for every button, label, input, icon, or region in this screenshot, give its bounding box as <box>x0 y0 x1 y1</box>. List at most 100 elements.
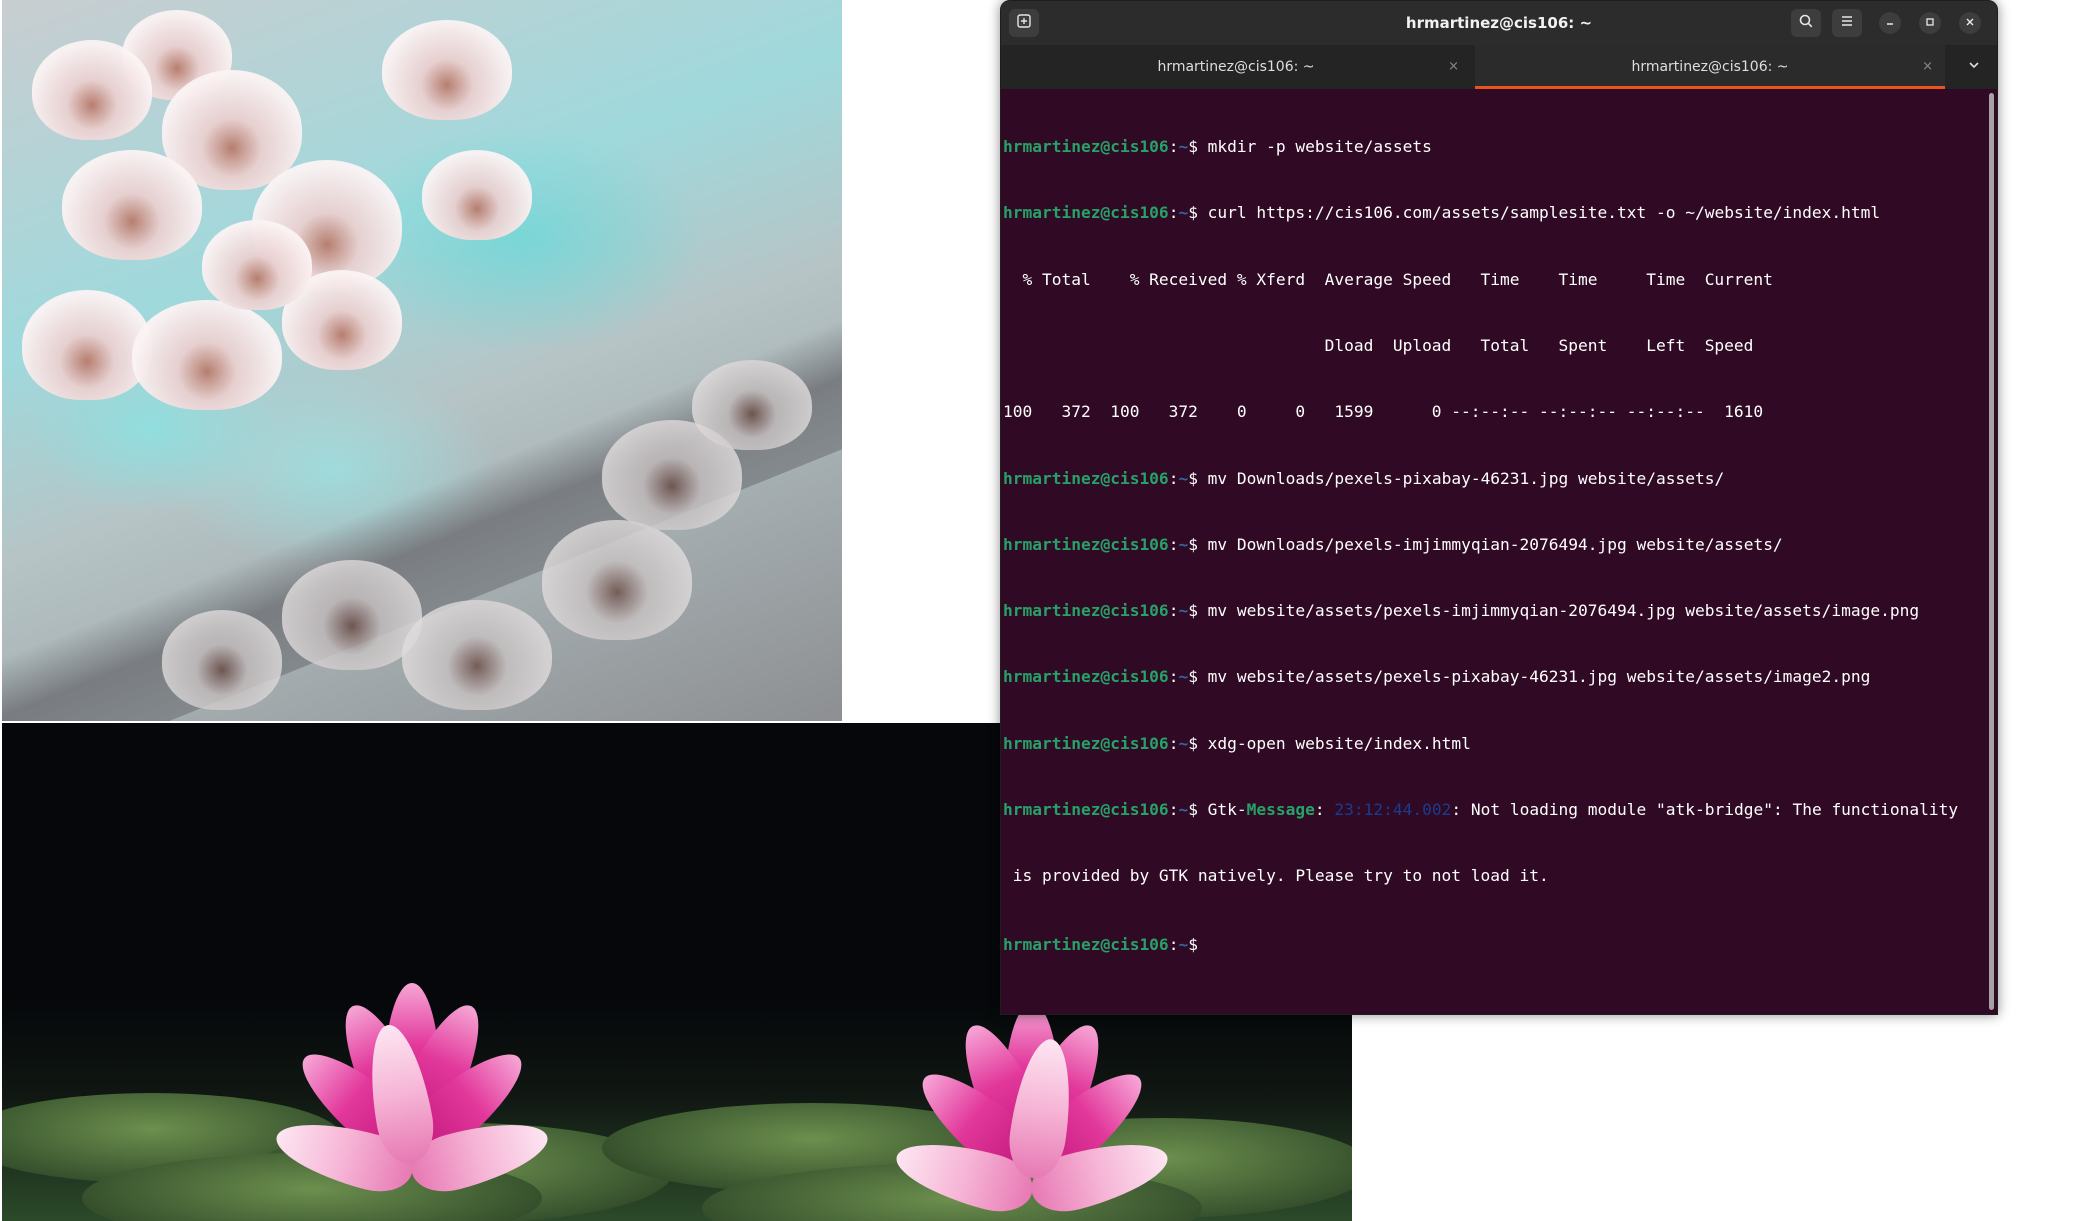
terminal-scrollbar[interactable] <box>1989 93 1994 1010</box>
command-text: mv website/assets/pexels-pixabay-46231.j… <box>1197 667 1871 687</box>
gtk-prefix: Gtk- <box>1197 800 1247 819</box>
prompt-symbol: $ <box>1188 601 1198 621</box>
prompt-separator: : <box>1168 601 1179 621</box>
prompt-user: hrmartinez@cis106 <box>1003 468 1169 488</box>
terminal-line: hrmartinez@cis106:~$ mv Downloads/pexels… <box>1003 468 1983 490</box>
blossom <box>62 150 202 260</box>
gtk-keyword: Message <box>1246 800 1315 819</box>
gtk-message-text: : Not loading module "atk-bridge": The f… <box>1451 800 1959 819</box>
prompt-path: ~ <box>1178 468 1189 488</box>
prompt-symbol: $ <box>1188 203 1198 223</box>
tab-label: hrmartinez@cis106: ~ <box>1631 59 1789 75</box>
close-button[interactable] <box>1959 12 1981 34</box>
prompt-path: ~ <box>1178 667 1189 687</box>
minimize-button[interactable] <box>1879 12 1901 34</box>
terminal-line: hrmartinez@cis106:~$ mv website/assets/p… <box>1003 600 1983 622</box>
tab-bar: hrmartinez@cis106: ~ × hrmartinez@cis106… <box>1001 45 1997 89</box>
prompt-user: hrmartinez@cis106 <box>1003 934 1169 954</box>
terminal-line-current: hrmartinez@cis106:~$ <box>1003 932 1983 954</box>
tab-label: hrmartinez@cis106: ~ <box>1157 59 1315 75</box>
blurred-blossom <box>542 520 692 640</box>
search-button[interactable] <box>1791 9 1821 37</box>
gtk-message-line: hrmartinez@cis106:~$ Gtk-Message: 23:12:… <box>1003 799 1983 821</box>
prompt-separator: : <box>1168 468 1179 488</box>
prompt-separator: : <box>1168 733 1179 753</box>
prompt-separator: : <box>1168 137 1179 157</box>
terminal-line: hrmartinez@cis106:~$ mkdir -p website/as… <box>1003 136 1983 158</box>
prompt-separator: : <box>1168 534 1179 554</box>
lotus-flower-left <box>262 963 562 1201</box>
prompt-user: hrmartinez@cis106 <box>1003 800 1169 819</box>
command-text: curl https://cis106.com/assets/samplesit… <box>1197 203 1881 223</box>
prompt-path: ~ <box>1178 203 1189 223</box>
curl-progress: 100 372 100 372 0 0 1599 0 --:--:-- --:-… <box>1003 402 1764 422</box>
blurred-blossom <box>402 600 552 710</box>
prompt-symbol: $ <box>1188 733 1198 753</box>
terminal-window[interactable]: hrmartinez@cis106: ~ hrmartinez@cis106: … <box>1000 0 1998 1015</box>
new-tab-icon <box>1016 13 1032 33</box>
hamburger-menu-icon <box>1839 13 1855 33</box>
terminal-line: hrmartinez@cis106:~$ mv website/assets/p… <box>1003 666 1983 688</box>
curl-header-1: % Total % Received % Xferd Average Speed… <box>1003 269 1773 289</box>
blossom <box>382 20 512 120</box>
terminal-line: hrmartinez@cis106:~$ mv Downloads/pexels… <box>1003 534 1983 556</box>
prompt-user: hrmartinez@cis106 <box>1003 203 1169 223</box>
blossom <box>132 300 282 410</box>
terminal-line: hrmartinez@cis106:~$ curl https://cis106… <box>1003 202 1983 224</box>
tab-2[interactable]: hrmartinez@cis106: ~ × <box>1475 45 1945 89</box>
prompt-separator: : <box>1168 203 1179 223</box>
menu-button[interactable] <box>1832 9 1862 37</box>
prompt-user: hrmartinez@cis106 <box>1003 137 1169 157</box>
command-text: xdg-open website/index.html <box>1197 733 1471 753</box>
command-text: mv Downloads/pexels-pixabay-46231.jpg we… <box>1197 468 1725 488</box>
tab-close-button[interactable]: × <box>1448 59 1459 74</box>
chevron-down-icon <box>1967 58 1981 76</box>
command-text: mkdir -p website/assets <box>1197 137 1432 157</box>
blurred-blossom <box>162 610 282 710</box>
close-icon <box>1965 16 1975 30</box>
prompt-path: ~ <box>1178 601 1189 621</box>
cherry-blossom-image <box>2 0 842 721</box>
terminal-cursor <box>1198 932 1207 950</box>
blossom <box>422 150 532 240</box>
prompt-symbol: $ <box>1188 934 1198 954</box>
terminal-output[interactable]: hrmartinez@cis106:~$ mkdir -p website/as… <box>1001 89 1985 1014</box>
gtk-colon: : <box>1314 800 1335 819</box>
prompt-symbol: $ <box>1188 534 1198 554</box>
blossom <box>202 220 312 310</box>
prompt-separator: : <box>1168 934 1179 954</box>
search-icon <box>1798 13 1814 33</box>
gtk-timestamp: 23:12:44.002 <box>1334 800 1452 819</box>
prompt-symbol: $ <box>1188 137 1198 157</box>
terminal-line: hrmartinez@cis106:~$ xdg-open website/in… <box>1003 733 1983 755</box>
prompt-path: ~ <box>1178 534 1189 554</box>
maximize-icon <box>1925 16 1935 30</box>
minimize-icon <box>1885 16 1895 30</box>
prompt-symbol: $ <box>1188 468 1198 488</box>
prompt-symbol: $ <box>1188 667 1198 687</box>
prompt-symbol: $ <box>1188 800 1198 819</box>
blurred-blossom <box>692 360 812 450</box>
prompt-user: hrmartinez@cis106 <box>1003 733 1169 753</box>
prompt-path: ~ <box>1178 733 1189 753</box>
blurred-blossom <box>282 560 422 670</box>
prompt-separator: : <box>1168 667 1179 687</box>
tab-list-button[interactable] <box>1961 55 1987 79</box>
prompt-user: hrmartinez@cis106 <box>1003 601 1169 621</box>
tab-close-button[interactable]: × <box>1922 59 1933 74</box>
maximize-button[interactable] <box>1919 12 1941 34</box>
curl-header-2: Dload Upload Total Spent Left Speed <box>1003 336 1754 356</box>
title-bar[interactable]: hrmartinez@cis106: ~ <box>1001 1 1997 45</box>
new-tab-button[interactable] <box>1009 9 1039 37</box>
gtk-message-continued: is provided by GTK natively. Please try … <box>1003 866 1549 886</box>
prompt-user: hrmartinez@cis106 <box>1003 667 1169 687</box>
lotus-flower-right <box>882 983 1182 1221</box>
prompt-path: ~ <box>1178 934 1189 954</box>
prompt-separator: : <box>1168 800 1179 819</box>
tab-1[interactable]: hrmartinez@cis106: ~ × <box>1001 45 1471 89</box>
command-text: mv Downloads/pexels-imjimmyqian-2076494.… <box>1197 534 1783 554</box>
blossom <box>32 40 152 140</box>
prompt-path: ~ <box>1178 800 1189 819</box>
command-text: mv website/assets/pexels-imjimmyqian-207… <box>1197 601 1920 621</box>
prompt-path: ~ <box>1178 137 1189 157</box>
